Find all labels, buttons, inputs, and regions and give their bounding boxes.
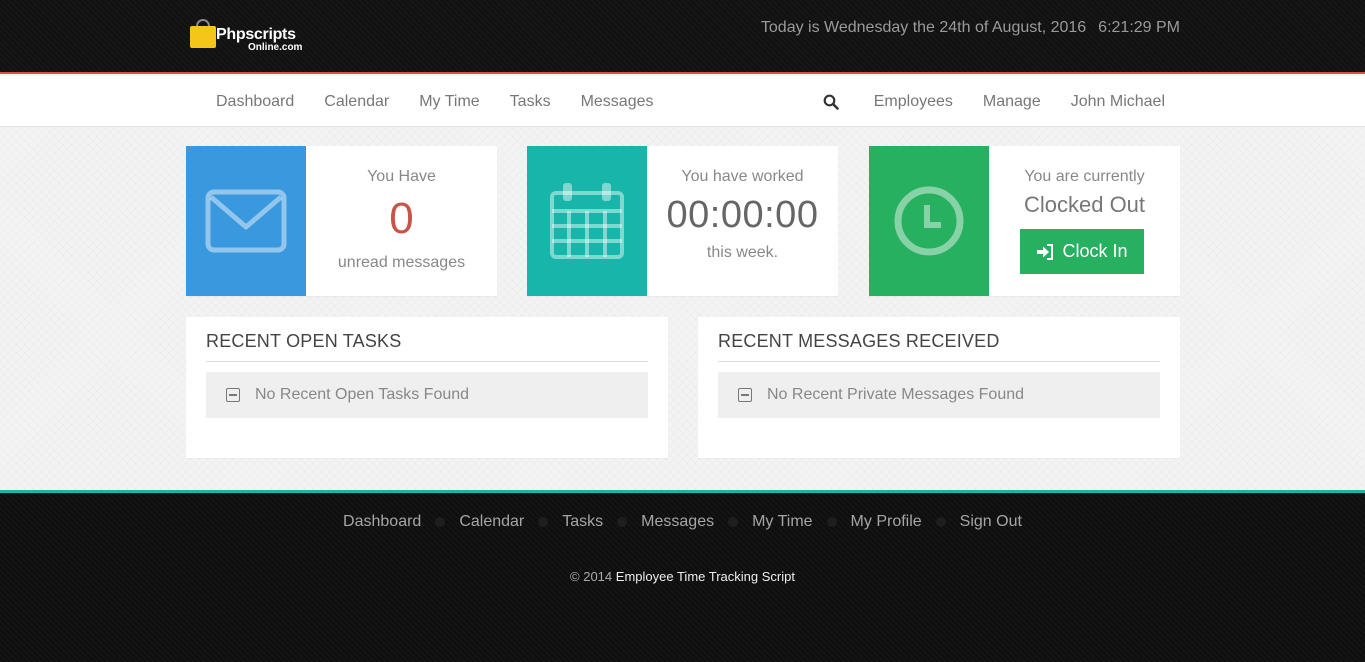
nav-item-manage[interactable]: Manage (968, 76, 1056, 127)
footer-link-my-profile[interactable]: My Profile (851, 513, 922, 531)
clock-in-label: Clock In (1062, 241, 1128, 261)
date-text: Today is Wednesday the 24th of August, 2… (760, 19, 1087, 36)
worked-card-body: You have worked 00:00:00 this week. (647, 146, 838, 296)
site-logo[interactable]: Phpscripts Online.com (190, 17, 310, 57)
sign-in-icon (1037, 243, 1054, 260)
time-text: 6:21:29 PM (1098, 19, 1180, 36)
footer-separator (935, 517, 946, 527)
nav-item-user-menu[interactable]: John Michael (1056, 76, 1180, 127)
recent-open-tasks-panel: RECENT OPEN TASKS No Recent Open Tasks F… (186, 317, 668, 458)
time-worked-value: 00:00:00 (666, 194, 819, 236)
copyright-brand-link[interactable]: Employee Time Tracking Script (616, 569, 795, 584)
main-navbar: Dashboard Calendar My Time Tasks Message… (0, 76, 1365, 127)
calendar-icon-box (527, 146, 647, 296)
unread-messages-card[interactable]: You Have 0 unread messages (186, 146, 497, 296)
time-worked-card: You have worked 00:00:00 this week. (527, 146, 838, 296)
footer-link-my-time[interactable]: My Time (752, 513, 812, 531)
shopping-bag-icon (190, 26, 216, 48)
messages-card-top-label: You Have (367, 168, 436, 185)
recent-messages-title: RECENT MESSAGES RECEIVED (718, 331, 1160, 362)
worked-card-top-label: You have worked (681, 168, 804, 185)
no-tasks-text: No Recent Open Tasks Found (255, 386, 470, 403)
search-icon (823, 94, 839, 110)
footer-link-dashboard[interactable]: Dashboard (343, 513, 421, 531)
nav-left-menu: Dashboard Calendar My Time Tasks Message… (201, 76, 669, 127)
envelope-icon (205, 189, 287, 253)
nav-item-messages[interactable]: Messages (566, 76, 669, 127)
nav-item-dashboard[interactable]: Dashboard (201, 76, 309, 127)
top-header: Phpscripts Online.com Today is Wednesday… (0, 0, 1365, 74)
clock-icon-box (869, 146, 989, 296)
messages-icon-box (186, 146, 306, 296)
no-messages-row: No Recent Private Messages Found (718, 372, 1160, 418)
messages-card-bottom-label: unread messages (337, 254, 466, 271)
footer-link-messages[interactable]: Messages (641, 513, 714, 531)
nav-item-tasks[interactable]: Tasks (495, 76, 566, 127)
page-footer: Dashboard Calendar Tasks Messages My Tim… (0, 490, 1365, 662)
footer-link-sign-out[interactable]: Sign Out (960, 513, 1022, 531)
calendar-icon (550, 183, 624, 259)
clock-card-top-label: You are currently (1024, 168, 1145, 185)
nav-right-menu: Employees Manage John Michael (811, 76, 1180, 127)
search-button[interactable] (811, 76, 851, 127)
clock-in-button[interactable]: Clock In (1020, 229, 1144, 274)
date-time-display: Today is Wednesday the 24th of August, 2… (761, 19, 1180, 37)
clock-status-text: Clocked Out (1023, 192, 1146, 217)
no-tasks-row: No Recent Open Tasks Found (206, 372, 648, 418)
logo-sub-text: Online.com (248, 42, 303, 53)
messages-card-body: You Have 0 unread messages (306, 146, 497, 296)
footer-separator (538, 517, 549, 527)
clock-status-card: You are currently Clocked Out Clock In (869, 146, 1180, 296)
minus-square-icon (226, 388, 240, 402)
nav-item-my-time[interactable]: My Time (404, 76, 494, 127)
footer-link-calendar[interactable]: Calendar (459, 513, 524, 531)
nav-item-calendar[interactable]: Calendar (309, 76, 404, 127)
footer-nav: Dashboard Calendar Tasks Messages My Tim… (0, 513, 1365, 531)
unread-count: 0 (389, 194, 414, 243)
footer-separator (617, 517, 628, 527)
worked-card-bottom-label: this week. (706, 244, 779, 261)
copyright-prefix: © 2014 (570, 569, 613, 584)
nav-item-employees[interactable]: Employees (859, 76, 968, 127)
footer-link-tasks[interactable]: Tasks (562, 513, 603, 531)
clock-card-body: You are currently Clocked Out Clock In (989, 146, 1180, 296)
recent-tasks-title: RECENT OPEN TASKS (206, 331, 648, 362)
copyright: © 2014 Employee Time Tracking Script (0, 569, 1365, 584)
footer-separator (826, 517, 837, 527)
no-messages-text: No Recent Private Messages Found (767, 386, 1025, 403)
footer-separator (435, 517, 446, 527)
recent-messages-panel: RECENT MESSAGES RECEIVED No Recent Priva… (698, 317, 1180, 458)
footer-separator (728, 517, 739, 527)
clock-icon (894, 186, 964, 256)
minus-square-icon (738, 388, 752, 402)
